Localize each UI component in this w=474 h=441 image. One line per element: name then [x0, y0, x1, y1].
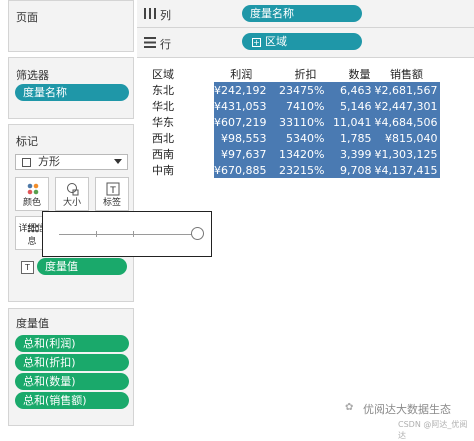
header-quantity: 数量 [348, 68, 371, 81]
quantity-cell[interactable]: 6,463 [326, 82, 374, 98]
columns-label: 列 [160, 9, 171, 22]
measure-pill-profit[interactable]: 总和(利润) [15, 335, 129, 352]
marks-title: 标记 [16, 135, 38, 148]
chevron-down-icon [114, 159, 122, 164]
header-profit: 利润 [230, 68, 253, 81]
label-button[interactable]: T 标签 [95, 177, 129, 211]
discount-cell[interactable]: 13420% [268, 146, 327, 162]
size-slider-track[interactable] [59, 234, 197, 235]
header-sales: 销售额 [390, 68, 423, 81]
rows-pill-region[interactable]: + 区域 [242, 33, 362, 50]
filters-panel: 筛选器 度量名称 [8, 57, 134, 119]
size-slider-handle[interactable] [191, 227, 204, 240]
mark-type-label: 方形 [38, 155, 60, 168]
profit-cell[interactable]: ¥242,192 [214, 82, 269, 98]
size-slider-popup [42, 211, 212, 257]
slider-tick [96, 231, 97, 237]
discount-cell[interactable]: 5340% [268, 130, 327, 146]
text-pill-measure-values[interactable]: 度量值 [37, 258, 127, 275]
measure-pill-discount[interactable]: 总和(折扣) [15, 354, 129, 371]
header-region: 区域 [152, 68, 174, 81]
table-row[interactable]: 华北 ¥431,053 7410% 5,146 ¥2,447,301 [148, 98, 440, 114]
columns-pill-measure-names[interactable]: 度量名称 [242, 5, 362, 22]
pages-panel: 页面 [8, 0, 134, 52]
discount-cell[interactable]: 23475% [268, 82, 327, 98]
sales-cell[interactable]: ¥4,137,415 [373, 162, 440, 178]
table-row[interactable]: 西北 ¥98,553 5340% 1,785 ¥815,040 [148, 130, 440, 146]
measure-pill-quantity[interactable]: 总和(数量) [15, 373, 129, 390]
sales-cell[interactable]: ¥1,303,125 [373, 146, 440, 162]
rows-label: 行 [160, 38, 171, 51]
table-row[interactable]: 东北 ¥242,192 23475% 6,463 ¥2,681,567 [148, 82, 440, 98]
mark-type-dropdown[interactable]: 方形 [15, 154, 128, 170]
rows-icon [144, 37, 156, 48]
watermark-main: 优阅达大数据生态 [363, 403, 451, 416]
slider-tick [133, 231, 134, 237]
profit-cell[interactable]: ¥98,553 [214, 130, 269, 146]
size-button-label: 大小 [62, 198, 81, 208]
header-discount: 折扣 [294, 68, 317, 81]
text-mark-icon: T [21, 261, 34, 274]
watermark-csdn: CSDN @阿达_优阅达 [398, 420, 468, 440]
region-cell: 华北 [152, 100, 174, 113]
color-button-label: 颜色 [22, 198, 41, 208]
table-row[interactable]: 华东 ¥607,219 33110% 11,041 ¥4,684,506 [148, 114, 440, 130]
color-dots-icon [27, 183, 39, 195]
quantity-cell[interactable]: 11,041 [326, 114, 374, 130]
quantity-cell[interactable]: 5,146 [326, 98, 374, 114]
color-button[interactable]: 颜色 [15, 177, 49, 211]
watermark-logo-icon: ✿ [345, 402, 354, 413]
sales-cell[interactable]: ¥4,684,506 [373, 114, 440, 130]
region-cell: 西北 [152, 132, 174, 145]
discount-cell[interactable]: 33110% [268, 114, 327, 130]
label-T-icon: T [106, 182, 120, 196]
quantity-cell[interactable]: 1,785 [326, 130, 374, 146]
measure-values-title: 度量值 [16, 317, 49, 330]
discount-cell[interactable]: 7410% [268, 98, 327, 114]
pages-title: 页面 [16, 11, 38, 24]
profit-cell[interactable]: ¥607,219 [214, 114, 269, 130]
label-button-label: 标签 [102, 198, 121, 208]
region-cell: 华东 [152, 116, 174, 129]
rows-shelf[interactable]: 行 + 区域 [137, 28, 474, 58]
filter-pill-measure-names[interactable]: 度量名称 [15, 84, 129, 101]
discount-cell[interactable]: 23215% [268, 162, 327, 178]
profit-cell[interactable]: ¥97,637 [214, 146, 269, 162]
expand-plus-icon: + [252, 37, 261, 47]
crosstab: 区域 利润 折扣 数量 销售额 东北 ¥242,192 23475% 6,463… [148, 66, 440, 178]
square-icon [22, 158, 31, 167]
measure-values-panel: 度量值 总和(利润) 总和(折扣) 总和(数量) 总和(销售额) [8, 308, 134, 426]
sales-cell[interactable]: ¥2,447,301 [373, 98, 440, 114]
region-cell: 中南 [152, 164, 174, 177]
filters-title: 筛选器 [16, 69, 49, 82]
table-row[interactable]: 中南 ¥670,885 23215% 9,708 ¥4,137,415 [148, 162, 440, 178]
region-cell: 东北 [152, 84, 174, 97]
rows-pill-label: 区域 [265, 35, 287, 48]
profit-cell[interactable]: ¥670,885 [214, 162, 269, 178]
measure-pill-sales[interactable]: 总和(销售额) [15, 392, 129, 409]
region-cell: 西南 [152, 148, 174, 161]
header-row: 区域 利润 折扣 数量 销售额 [148, 66, 440, 82]
columns-shelf[interactable]: 列 度量名称 [137, 0, 474, 28]
size-button[interactable]: 大小 [55, 177, 89, 211]
table-row[interactable]: 西南 ¥97,637 13420% 3,399 ¥1,303,125 [148, 146, 440, 162]
quantity-cell[interactable]: 9,708 [326, 162, 374, 178]
sales-cell[interactable]: ¥2,681,567 [373, 82, 440, 98]
profit-cell[interactable]: ¥431,053 [214, 98, 269, 114]
quantity-cell[interactable]: 3,399 [326, 146, 374, 162]
columns-icon [144, 8, 156, 19]
size-shapes-icon [67, 183, 79, 196]
sales-cell[interactable]: ¥815,040 [373, 130, 440, 146]
